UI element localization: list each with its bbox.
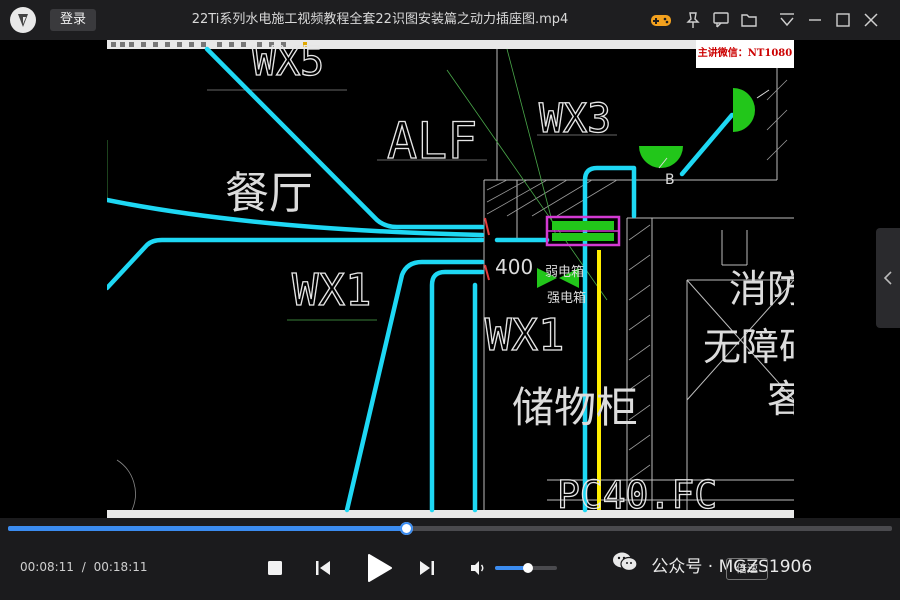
cad-label-pc: PC40.FC	[557, 473, 717, 517]
chevron-left-icon	[883, 271, 892, 285]
time-separator: /	[81, 560, 86, 574]
speed-button[interactable]: 倍速	[726, 558, 768, 580]
current-time: 00:08:11	[20, 560, 74, 574]
maximize-icon[interactable]	[833, 10, 853, 30]
cad-label-fire-1: 消防	[729, 267, 794, 311]
prev-icon	[316, 561, 330, 575]
time-display: 00:08:11 / 00:18:11	[20, 560, 148, 574]
volume-slider[interactable]	[495, 563, 557, 573]
video-area[interactable]: WX5 ALF WX3 WX1 WX1 PC40.FC 餐厅 储物柜 400 消…	[0, 40, 900, 518]
side-panel-toggle[interactable]	[876, 228, 900, 328]
progress-bar[interactable]	[8, 522, 892, 535]
cad-label-fire-3: 客	[767, 377, 794, 421]
stop-button[interactable]	[266, 559, 284, 581]
volume-thumb[interactable]	[522, 563, 533, 573]
gamepad-icon[interactable]	[650, 10, 671, 30]
cad-label-wx3: WX3	[539, 96, 611, 142]
cad-drawing: WX5 ALF WX3 WX1 WX1 PC40.FC 餐厅 储物柜 400 消…	[107, 40, 794, 518]
stop-icon	[268, 561, 282, 575]
cad-label-fire-2: 无障碍	[703, 325, 794, 369]
cad-label-alf: ALF	[387, 112, 477, 170]
cad-label-weak-1: 弱电箱	[545, 264, 584, 280]
cad-label-wx1-left: WX1	[292, 265, 371, 316]
menu-icon[interactable]	[777, 10, 797, 30]
login-button[interactable]: 登录	[50, 9, 96, 31]
pin-icon[interactable]	[683, 10, 703, 30]
progress-fill	[8, 526, 406, 531]
cad-label-storage: 储物柜	[512, 383, 638, 432]
play-button[interactable]	[364, 552, 394, 588]
app-logo-icon	[10, 7, 36, 33]
next-button[interactable]	[417, 558, 437, 582]
wechat-watermark: 公众号 · MGZS1906	[612, 551, 822, 581]
wechat-icon	[612, 551, 638, 583]
play-icon	[368, 554, 392, 582]
next-icon	[420, 561, 434, 575]
prev-button[interactable]	[313, 558, 333, 582]
cad-label-b: B	[665, 172, 675, 188]
title-bar: 登录 22Ti系列水电施工视频教程全套22识图安装篇之动力插座图.mp4	[0, 0, 900, 40]
window-title: 22Ti系列水电施工视频教程全套22识图安装篇之动力插座图.mp4	[191, 12, 569, 27]
cad-label-weak-2: 强电箱	[547, 290, 586, 306]
volume-button[interactable]	[468, 558, 488, 582]
folder-icon[interactable]	[739, 10, 759, 30]
cad-label-dining: 餐厅	[225, 168, 313, 219]
feedback-icon[interactable]	[711, 10, 731, 30]
minimize-icon[interactable]	[805, 10, 825, 30]
cad-label-wx5: WX5	[252, 40, 324, 85]
progress-thumb[interactable]	[399, 522, 413, 535]
volume-icon	[471, 561, 484, 575]
close-icon[interactable]	[861, 10, 881, 30]
instructor-watermark: 主讲微信：NT1080	[696, 40, 794, 68]
cad-label-wx1-center: WX1	[485, 310, 564, 361]
total-time: 00:18:11	[93, 560, 148, 574]
cad-label-dim-400: 400	[495, 255, 533, 279]
